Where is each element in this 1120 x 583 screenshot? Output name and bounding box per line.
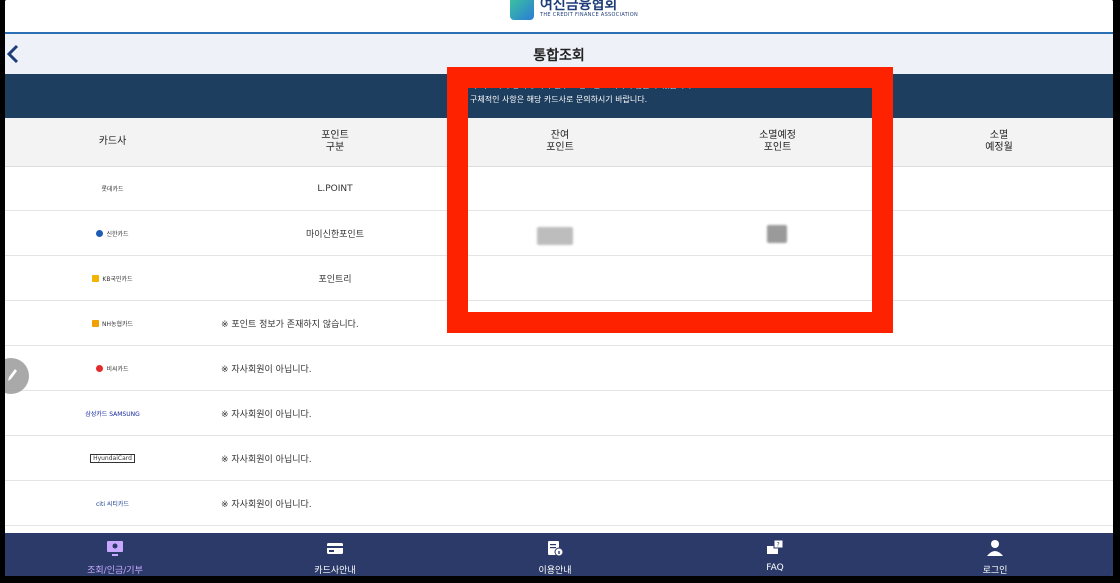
card-name: HyundaiCard <box>93 455 132 462</box>
card-name: KB국민카드 <box>102 276 133 283</box>
svg-text:?: ? <box>777 542 780 549</box>
notice-text-1: 각 카드사의 정책에 따라 일부 포인트는 조회되지 않을 수 있습니다. <box>470 81 695 90</box>
table-row: 신한카드 마이신한포인트 <box>5 211 1113 256</box>
nav-item-inquiry[interactable]: 조회/인금/기부 <box>5 533 225 576</box>
faq-icon: ? <box>767 539 784 554</box>
lotte-card-logo: 롯데카드 <box>101 186 124 193</box>
point-type-cell: 마이신한포인트 <box>306 230 364 240</box>
nh-card-logo: NH농협카드 <box>91 319 134 328</box>
pencil-icon <box>8 369 17 381</box>
table-header: 카드사 포인트 구분 잔여 포인트 소멸예정 포인트 소멸 예정월 <box>5 118 1113 167</box>
table-row: NH농협카드 ※ 포인트 정보가 존재하지 않습니다. <box>5 301 1113 346</box>
bottom-navigation: 조회/인금/기부 카드사안내 이용안내 ? FAQ 로그인 <box>5 533 1113 576</box>
card-name: 삼성카드 SAMSUNG <box>85 411 140 418</box>
nav-item-card-info[interactable]: 카드사안내 <box>225 533 445 576</box>
page-title: 통합조회 <box>533 48 585 64</box>
app-frame: 여신금융협회 THE CREDIT FINANCE ASSOCIATION 통합… <box>5 0 1113 576</box>
kb-logo-icon <box>92 275 100 282</box>
page-header: 통합조회 <box>5 32 1113 74</box>
row-message: ※ 자사회원이 아닙니다. <box>221 410 312 420</box>
column-header-point-type: 포인트 구분 <box>321 130 349 153</box>
row-message: ※ 포인트 정보가 존재하지 않습니다. <box>221 320 359 330</box>
table-row: citi 씨티카드 ※ 자사회원이 아닙니다. <box>5 481 1113 526</box>
column-header-expire-month: 소멸 예정월 <box>985 130 1013 153</box>
notice-text-2: 구체적인 사항은 해당 카드사로 문의하시기 바랍니다. <box>470 95 648 104</box>
table-row: 삼성카드 SAMSUNG ※ 자사회원이 아닙니다. <box>5 391 1113 436</box>
citi-card-logo: citi 씨티카드 <box>96 499 129 508</box>
row-message: ※ 자사회원이 아닙니다. <box>221 455 312 465</box>
monitor-person-icon <box>107 541 123 556</box>
samsung-card-logo: 삼성카드 SAMSUNG <box>85 409 140 418</box>
shinhan-logo-icon <box>96 230 104 237</box>
kb-card-logo: KB국민카드 <box>92 274 133 283</box>
logo-subtitle: THE CREDIT FINANCE ASSOCIATION <box>540 12 639 18</box>
card-name: 비씨카드 <box>106 366 129 373</box>
card-name: citi 씨티카드 <box>96 501 129 508</box>
point-type-cell: 포인트리 <box>318 275 352 285</box>
point-type-cell: L.POINT <box>317 183 353 194</box>
column-header-remaining: 잔여 포인트 <box>546 130 574 153</box>
bc-card-logo: 비씨카드 <box>96 364 129 373</box>
association-logo-icon <box>510 0 534 20</box>
nh-logo-icon <box>91 320 99 327</box>
card-icon <box>327 543 343 554</box>
info-doc-icon <box>548 541 564 557</box>
nav-label: 조회/인금/기부 <box>87 566 143 576</box>
top-logo-bar: 여신금융협회 THE CREDIT FINANCE ASSOCIATION <box>5 0 1113 32</box>
nav-label: 이용안내 <box>538 566 572 576</box>
nav-label: FAQ <box>766 563 784 573</box>
row-message: ※ 자사회원이 아닙니다. <box>221 500 312 510</box>
table-row: 비씨카드 ※ 자사회원이 아닙니다. <box>5 346 1113 391</box>
bc-logo-icon <box>96 365 104 372</box>
card-name: 신한카드 <box>106 231 129 238</box>
column-header-card: 카드사 <box>98 136 127 147</box>
user-icon <box>987 540 1003 556</box>
nav-item-login[interactable]: 로그인 <box>885 533 1105 576</box>
remaining-points-redacted <box>537 227 573 245</box>
card-name: NH농협카드 <box>101 321 134 328</box>
column-header-expiring: 소멸예정 포인트 <box>759 130 796 153</box>
table-row: HyundaiCard ※ 자사회원이 아닙니다. <box>5 436 1113 481</box>
nav-item-faq[interactable]: ? FAQ <box>665 533 885 576</box>
table-row: 롯데카드 L.POINT <box>5 166 1113 211</box>
nav-label: 로그인 <box>982 566 1008 576</box>
notice-banner: 각 카드사의 정책에 따라 일부 포인트는 조회되지 않을 수 있습니다. 구체… <box>5 74 1113 118</box>
shinhan-card-logo: 신한카드 <box>96 229 129 238</box>
hyundai-card-logo: HyundaiCard <box>90 454 135 463</box>
row-message: ※ 자사회원이 아닙니다. <box>221 365 312 375</box>
table-row: KB국민카드 포인트리 <box>5 256 1113 301</box>
nav-item-usage-guide[interactable]: 이용안내 <box>445 533 665 576</box>
nav-label: 카드사안내 <box>314 566 356 576</box>
expiring-points-redacted <box>767 225 787 243</box>
